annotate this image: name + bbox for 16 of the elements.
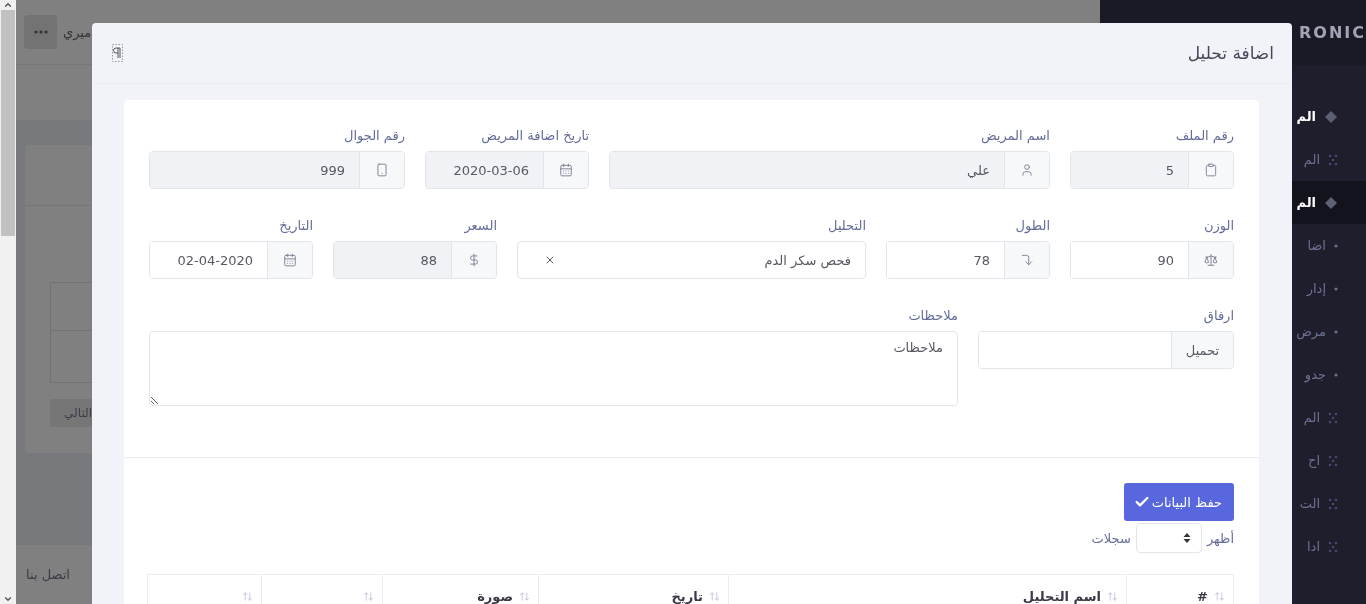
modal-title: اضافة تحليل — [1187, 43, 1274, 63]
user-name: ميري — [63, 24, 92, 40]
field-label: تاريخ اضافة المريض — [480, 127, 589, 144]
page-size-label: أظهر — [1206, 530, 1234, 546]
field-label: التحليل — [827, 217, 866, 234]
field-label: الطول — [1014, 217, 1050, 234]
field-label: رقم الملف — [1174, 127, 1234, 144]
page-size-label: سجلات — [1091, 530, 1131, 546]
field-label: اسم المريض — [979, 127, 1050, 144]
logo: RONIC — [1299, 23, 1366, 42]
field-label: السعر — [463, 217, 497, 234]
field-label: التاريخ — [278, 217, 313, 234]
field-label: الوزن — [1202, 217, 1234, 234]
field-label: ارفاق — [1202, 307, 1234, 324]
field-label: ملاحظات — [907, 307, 958, 324]
field-label: رقم الجوال — [343, 127, 405, 144]
